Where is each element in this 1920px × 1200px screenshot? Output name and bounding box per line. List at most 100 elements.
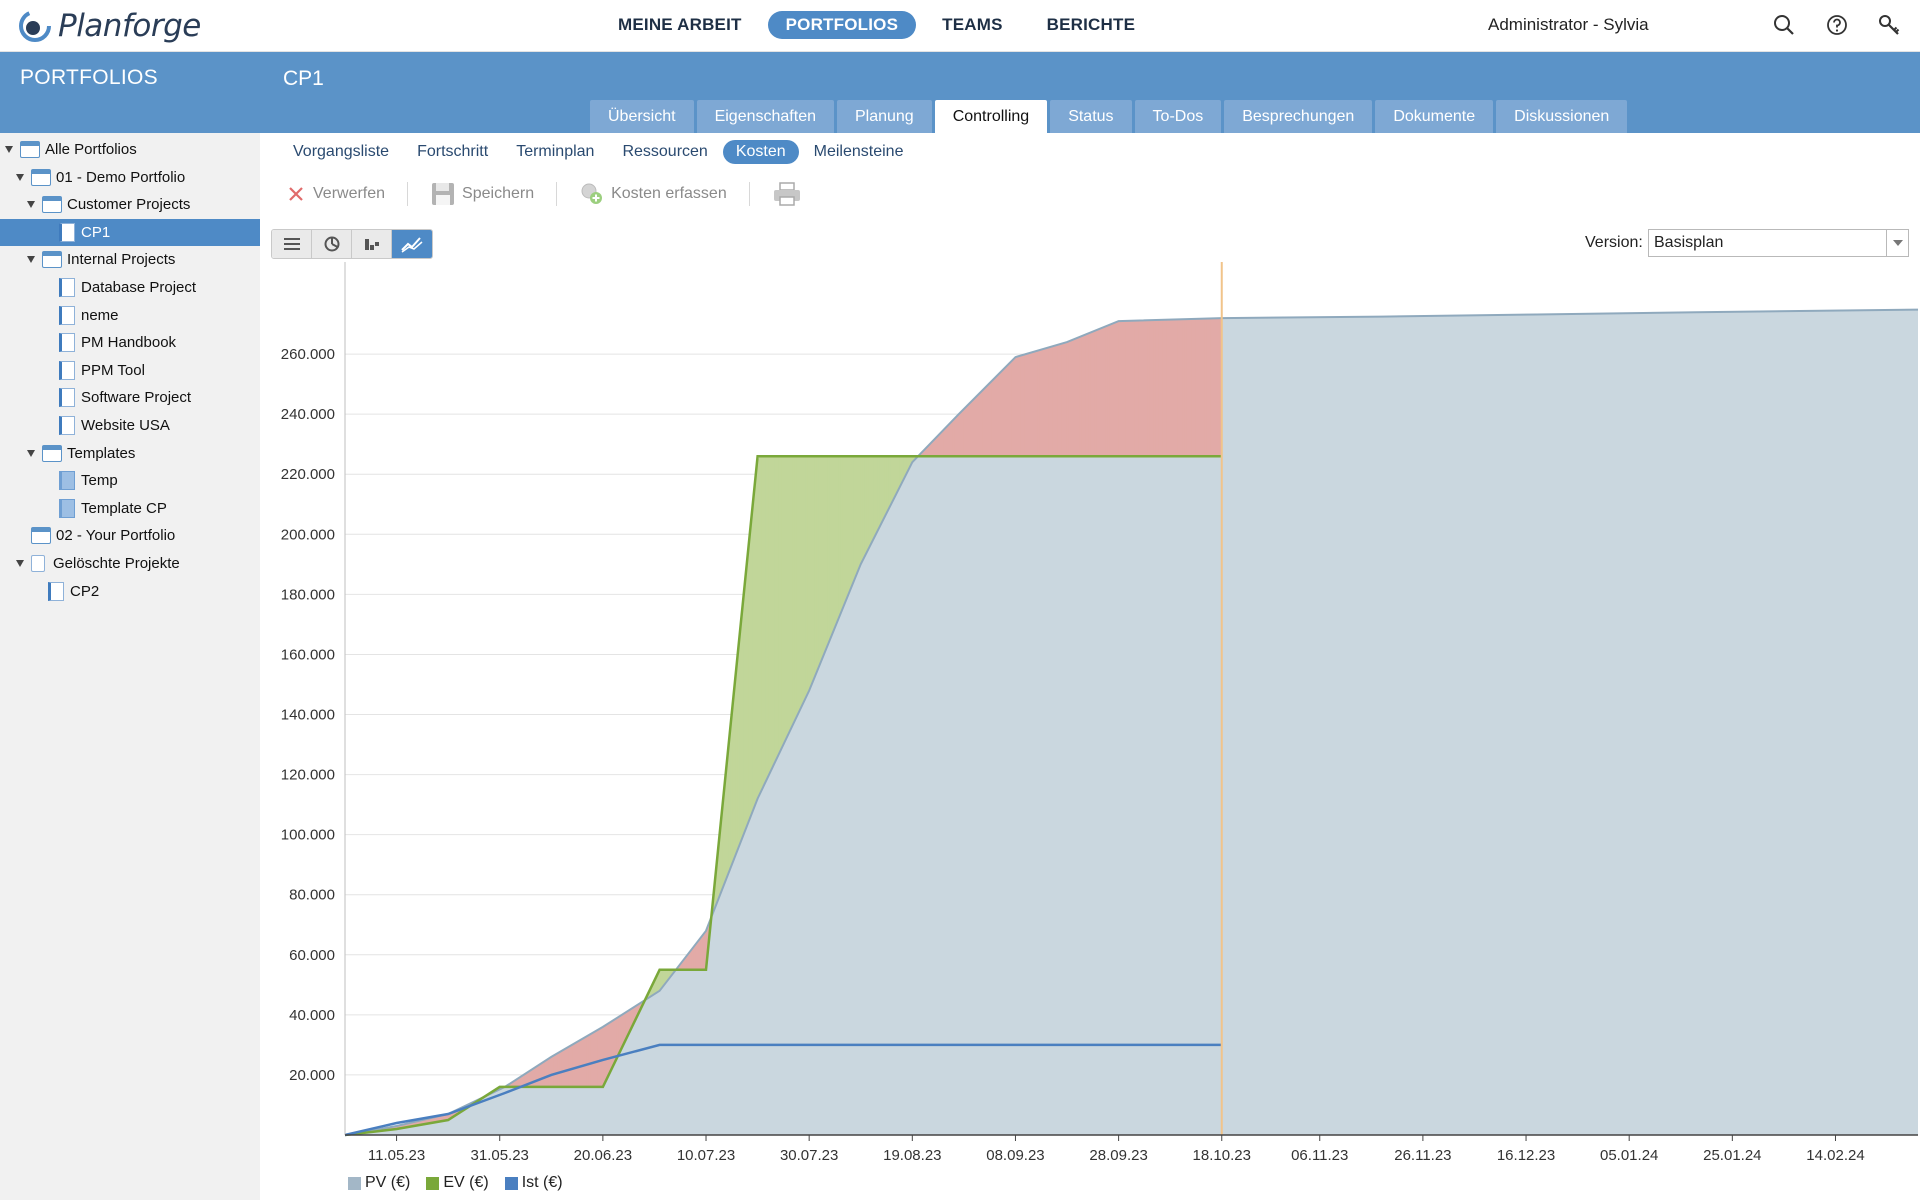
legend-item[interactable]: PV (€)	[348, 1174, 410, 1192]
main-nav: MEINE ARBEIT PORTFOLIOS TEAMS BERICHTE	[600, 11, 1153, 39]
cost-chart: 20.000 40.000 60.000 80.000 100.000 120.000 14…	[281, 262, 1919, 1164]
tree-item-label: Template CP	[81, 499, 167, 517]
y-tick-label: 60.000	[289, 947, 335, 964]
record-costs-button[interactable]: Kosten erfassen	[579, 181, 727, 207]
expand-triangle-icon[interactable]	[27, 256, 35, 264]
tree-item[interactable]: Alle Portfolios	[0, 136, 260, 163]
tree-item[interactable]: Website USA	[0, 412, 260, 439]
tree-item[interactable]: CP2	[0, 578, 260, 605]
y-tick-label: 180.000	[281, 586, 335, 603]
subtab-vorgangsliste[interactable]: Vorgangsliste	[280, 140, 402, 164]
portfolio-icon	[20, 141, 40, 158]
tab-9[interactable]: Diskussionen	[1496, 100, 1628, 133]
portfolio-tree: Alle Portfolios 01 - Demo Portfolio Custom…	[0, 133, 260, 1200]
expand-triangle-icon[interactable]	[16, 173, 24, 181]
tab-1[interactable]: Übersicht	[590, 100, 694, 133]
bar-icon	[365, 239, 379, 250]
help-icon[interactable]	[1825, 13, 1849, 37]
tree-item[interactable]: Internal Projects	[0, 246, 260, 273]
tree-item[interactable]: Gelöschte Projekte	[0, 550, 260, 577]
version-select[interactable]: Basisplan	[1648, 229, 1909, 257]
printer-icon	[772, 181, 802, 207]
tree-item[interactable]: PPM Tool	[0, 357, 260, 384]
tab-7[interactable]: Besprechungen	[1224, 100, 1373, 133]
x-tick-label: 16.12.23	[1497, 1147, 1555, 1164]
subtab-kosten[interactable]: Kosten	[722, 140, 799, 164]
portfolio-icon	[42, 444, 62, 462]
line-chart-view-button[interactable]	[392, 230, 432, 258]
bar-view-button[interactable]	[352, 230, 392, 258]
project-header: CP1 Übersicht Eigenschaften Planung Control…	[260, 52, 1920, 133]
tree-item-label: Database Project	[81, 279, 197, 296]
tree-item[interactable]: neme	[0, 302, 260, 329]
tab-8[interactable]: Dokumente	[1375, 100, 1494, 133]
toolbar-divider	[748, 182, 750, 206]
expand-triangle-icon[interactable]	[27, 449, 35, 457]
subtab-ressourcen[interactable]: Ressourcen	[609, 140, 720, 164]
print-button[interactable]	[772, 181, 808, 207]
legend-label: EV (€)	[443, 1174, 489, 1191]
nav-teams[interactable]: TEAMS	[924, 11, 1021, 39]
chevron-down-icon[interactable]	[1886, 230, 1908, 256]
version-value: Basisplan	[1654, 234, 1724, 251]
discard-button[interactable]: Verwerfen	[285, 183, 385, 205]
template-icon	[59, 471, 75, 491]
sidebar-header: PORTFOLIOS	[0, 52, 260, 133]
legend-label: PV (€)	[365, 1174, 411, 1191]
portfolio-icon	[31, 168, 51, 186]
tree-item[interactable]: Customer Projects	[0, 191, 260, 218]
tab-4[interactable]: Controlling	[934, 100, 1048, 133]
y-tick-label: 260.000	[281, 346, 335, 363]
tree-item[interactable]: Templates	[0, 440, 260, 467]
user-name[interactable]: Administrator - Sylvia	[1488, 15, 1649, 35]
coins-add-icon	[579, 181, 605, 207]
trash-icon	[31, 555, 45, 572]
y-tick-label: 240.000	[281, 406, 335, 423]
legend-swatch	[426, 1176, 440, 1190]
tab-6[interactable]: To-Dos	[1134, 100, 1222, 133]
tab-2[interactable]: Eigenschaften	[696, 100, 834, 133]
tree-item-label: neme	[81, 306, 119, 324]
tree-item[interactable]: CP1	[0, 218, 260, 246]
tree-item[interactable]: PM Handbook	[0, 329, 260, 356]
legend-item[interactable]: EV (€)	[426, 1174, 489, 1192]
nav-meine-arbeit[interactable]: MEINE ARBEIT	[600, 11, 760, 39]
subtab-meilensteine[interactable]: Meilensteine	[801, 140, 917, 164]
app-logo[interactable]: Planforge	[18, 8, 201, 44]
tree-item-label: PM Handbook	[81, 334, 177, 352]
subtab-terminplan[interactable]: Terminplan	[503, 140, 607, 164]
nav-berichte[interactable]: BERICHTE	[1029, 11, 1154, 39]
key-icon[interactable]	[1877, 13, 1901, 37]
x-tick-label: 30.07.23	[780, 1147, 838, 1164]
tree-item[interactable]: Database Project	[0, 274, 260, 301]
pie-view-button[interactable]	[312, 230, 352, 258]
pie-icon	[324, 236, 340, 252]
x-tick-label: 10.07.23	[677, 1147, 735, 1164]
y-tick-label: 20.000	[289, 1067, 335, 1084]
tree-item[interactable]: 01 - Demo Portfolio	[0, 164, 260, 191]
save-button[interactable]: Speichern	[430, 181, 534, 207]
tree-item[interactable]: Temp	[0, 467, 260, 494]
x-tick-label: 06.11.23	[1291, 1147, 1348, 1164]
project-icon	[59, 278, 75, 297]
tree-item-label: Gelöschte Projekte	[53, 555, 180, 572]
search-icon[interactable]	[1772, 13, 1796, 37]
app-name: Planforge	[58, 8, 201, 44]
close-icon	[285, 183, 307, 205]
tab-3[interactable]: Planung	[836, 100, 932, 133]
legend-item[interactable]: Ist (€)	[504, 1174, 563, 1192]
tree-item[interactable]: Software Project	[0, 384, 260, 411]
expand-triangle-icon[interactable]	[27, 201, 35, 209]
y-tick-label: 40.000	[289, 1007, 335, 1024]
expand-triangle-icon[interactable]	[16, 560, 24, 567]
tree-item[interactable]: 02 - Your Portfolio	[0, 522, 260, 549]
toolbar: Verwerfen Speichern Kosten erfassen	[285, 176, 830, 212]
tab-5[interactable]: Status	[1050, 100, 1132, 133]
view-switcher	[271, 229, 433, 259]
subtab-fortschritt[interactable]: Fortschritt	[404, 140, 501, 164]
tree-item[interactable]: Template CP	[0, 495, 260, 522]
nav-portfolios[interactable]: PORTFOLIOS	[767, 11, 917, 39]
expand-triangle-icon[interactable]	[5, 146, 13, 153]
list-view-button[interactable]	[272, 230, 312, 258]
toolbar-divider	[556, 182, 558, 206]
